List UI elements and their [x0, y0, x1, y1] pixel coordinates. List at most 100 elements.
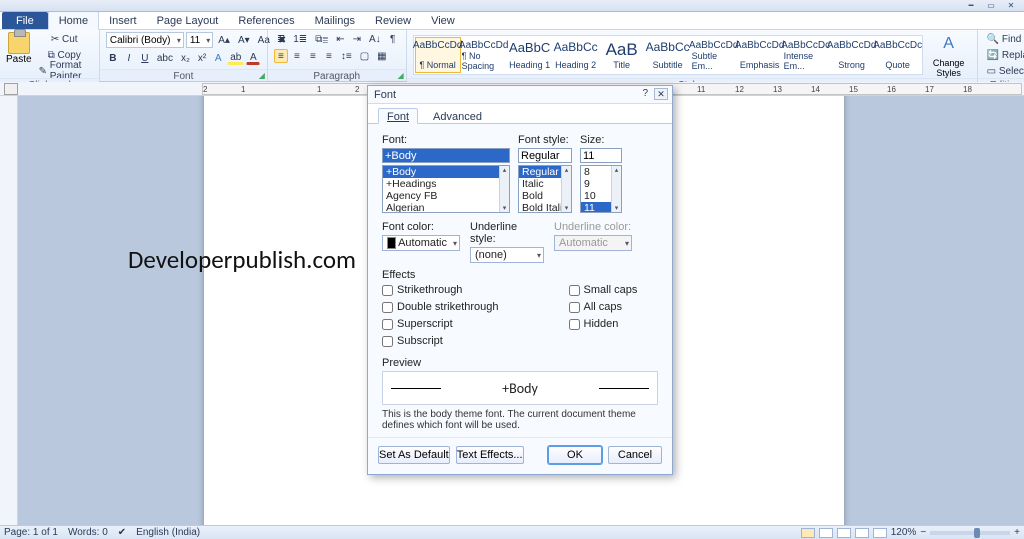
style-item[interactable]: AaBbCcDdSubtle Em...: [691, 37, 737, 73]
dialog-titlebar[interactable]: Font ? ✕: [368, 86, 672, 104]
font-size-combo[interactable]: 11: [186, 32, 213, 48]
outline-view-icon[interactable]: [855, 528, 869, 538]
indent-icon[interactable]: ⇥: [350, 32, 364, 46]
web-view-icon[interactable]: [837, 528, 851, 538]
tab-references[interactable]: References: [228, 12, 304, 29]
style-item[interactable]: AaBbCcDd¶ No Spacing: [461, 37, 507, 73]
list-option[interactable]: Algerian: [383, 202, 509, 213]
tab-insert[interactable]: Insert: [99, 12, 147, 29]
tab-file[interactable]: File: [2, 12, 48, 29]
text-effects-button[interactable]: Text Effects...: [456, 446, 524, 464]
shrink-font-icon[interactable]: A▾: [235, 33, 253, 47]
sort-icon[interactable]: A↓: [366, 32, 384, 46]
underline-button[interactable]: U: [138, 51, 152, 65]
font-name-list[interactable]: +Body+HeadingsAgency FBAlgerianArial▴▾: [382, 165, 510, 213]
scroll-down-icon[interactable]: ▾: [503, 204, 507, 212]
shading-icon[interactable]: ▢: [357, 49, 372, 63]
zoom-out-icon[interactable]: −: [920, 527, 926, 538]
scroll-up-icon[interactable]: ▴: [503, 166, 507, 174]
vertical-ruler[interactable]: [0, 96, 18, 525]
draft-view-icon[interactable]: [873, 528, 887, 538]
dialog-tab-advanced[interactable]: Advanced: [424, 108, 491, 123]
style-item[interactable]: AaBbCcDd¶ Normal: [415, 37, 461, 73]
status-page[interactable]: Page: 1 of 1: [4, 527, 58, 538]
style-item[interactable]: AaBbCcDdEmphasis: [737, 37, 783, 73]
style-item[interactable]: AaBbCHeading 1: [507, 37, 553, 73]
effect-superscript[interactable]: Superscript: [382, 317, 499, 332]
font-color-combo[interactable]: Automatic: [382, 235, 460, 251]
font-size-list[interactable]: 89101112▴▾: [580, 165, 622, 213]
font-size-input[interactable]: [580, 148, 622, 163]
window-restore-icon[interactable]: ▭: [982, 0, 1000, 10]
tab-review[interactable]: Review: [365, 12, 421, 29]
numbering-icon[interactable]: 1≣: [290, 32, 310, 46]
list-option[interactable]: +Headings: [383, 178, 509, 190]
multilevel-icon[interactable]: ⧉≣: [312, 32, 331, 46]
italic-button[interactable]: I: [122, 51, 136, 65]
style-item[interactable]: AaBTitle: [599, 37, 645, 73]
list-option[interactable]: +Body: [383, 166, 509, 178]
list-option[interactable]: Agency FB: [383, 190, 509, 202]
print-layout-view-icon[interactable]: [801, 528, 815, 538]
format-painter-button[interactable]: ✎ Format Painter: [36, 64, 93, 78]
style-item[interactable]: AaBbCcDdStrong: [829, 37, 875, 73]
borders-icon[interactable]: ▦: [374, 49, 389, 63]
help-icon[interactable]: ?: [642, 88, 648, 99]
spellcheck-icon[interactable]: ✔: [118, 527, 126, 538]
bullets-icon[interactable]: ≣: [274, 32, 288, 46]
find-button[interactable]: 🔍 Find: [984, 32, 1024, 46]
subscript-button[interactable]: x₂: [178, 51, 193, 65]
ok-button[interactable]: OK: [548, 446, 602, 464]
replace-button[interactable]: 🔄 Replace: [984, 48, 1024, 62]
align-left-icon[interactable]: ≡: [274, 49, 288, 63]
select-button[interactable]: ▭ Select: [984, 64, 1024, 78]
outdent-icon[interactable]: ⇤: [333, 32, 347, 46]
window-close-icon[interactable]: ✕: [1002, 0, 1020, 10]
font-style-list[interactable]: RegularItalicBoldBold Italic▴▾: [518, 165, 572, 213]
status-language[interactable]: English (India): [136, 527, 200, 538]
effect-strikethrough[interactable]: Strikethrough: [382, 283, 499, 298]
bold-button[interactable]: B: [106, 51, 120, 65]
strike-button[interactable]: abc: [154, 51, 176, 65]
align-right-icon[interactable]: ≡: [306, 49, 320, 63]
font-launcher-icon[interactable]: ◢: [259, 71, 265, 80]
dialog-tab-font[interactable]: Font: [378, 108, 418, 124]
cancel-button[interactable]: Cancel: [608, 446, 662, 464]
grow-font-icon[interactable]: A▴: [215, 33, 233, 47]
tab-page-layout[interactable]: Page Layout: [147, 12, 229, 29]
window-minimize-icon[interactable]: ━: [962, 0, 980, 10]
zoom-in-icon[interactable]: +: [1014, 527, 1020, 538]
zoom-slider[interactable]: [930, 531, 1010, 535]
style-item[interactable]: AaBbCcDcQuote: [875, 37, 921, 73]
pilcrow-icon[interactable]: ¶: [386, 32, 400, 46]
tab-home[interactable]: Home: [48, 11, 99, 30]
set-as-default-button[interactable]: Set As Default: [378, 446, 450, 464]
font-name-input[interactable]: [382, 148, 510, 163]
highlight-icon[interactable]: ab: [227, 51, 244, 65]
full-read-view-icon[interactable]: [819, 528, 833, 538]
align-center-icon[interactable]: ≡: [290, 49, 304, 63]
underline-style-combo[interactable]: (none): [470, 247, 544, 263]
close-icon[interactable]: ✕: [654, 88, 668, 100]
status-words[interactable]: Words: 0: [68, 527, 108, 538]
paragraph-launcher-icon[interactable]: ◢: [397, 71, 403, 80]
text-effects-icon[interactable]: A: [211, 51, 225, 65]
tab-mailings[interactable]: Mailings: [305, 12, 365, 29]
tab-selector-icon[interactable]: [4, 83, 18, 95]
effect-double-strikethrough[interactable]: Double strikethrough: [382, 300, 499, 315]
font-color-icon[interactable]: A: [246, 51, 260, 65]
style-item[interactable]: AaBbCcHeading 2: [553, 37, 599, 73]
change-styles-icon[interactable]: A: [937, 32, 961, 56]
effect-hidden[interactable]: Hidden: [569, 317, 638, 332]
zoom-value[interactable]: 120%: [891, 527, 917, 538]
styles-gallery[interactable]: AaBbCcDd¶ NormalAaBbCcDd¶ No SpacingAaBb…: [413, 35, 923, 75]
font-family-combo[interactable]: Calibri (Body): [106, 32, 184, 48]
font-style-input[interactable]: [518, 148, 572, 163]
superscript-button[interactable]: x²: [195, 51, 209, 65]
cut-button[interactable]: ✂ Cut: [36, 32, 93, 46]
line-spacing-icon[interactable]: ↕≡: [338, 49, 355, 63]
tab-view[interactable]: View: [421, 12, 465, 29]
style-item[interactable]: AaBbCcDcIntense Em...: [783, 37, 829, 73]
effect-subscript[interactable]: Subscript: [382, 334, 499, 349]
paste-button[interactable]: Paste: [6, 32, 32, 70]
